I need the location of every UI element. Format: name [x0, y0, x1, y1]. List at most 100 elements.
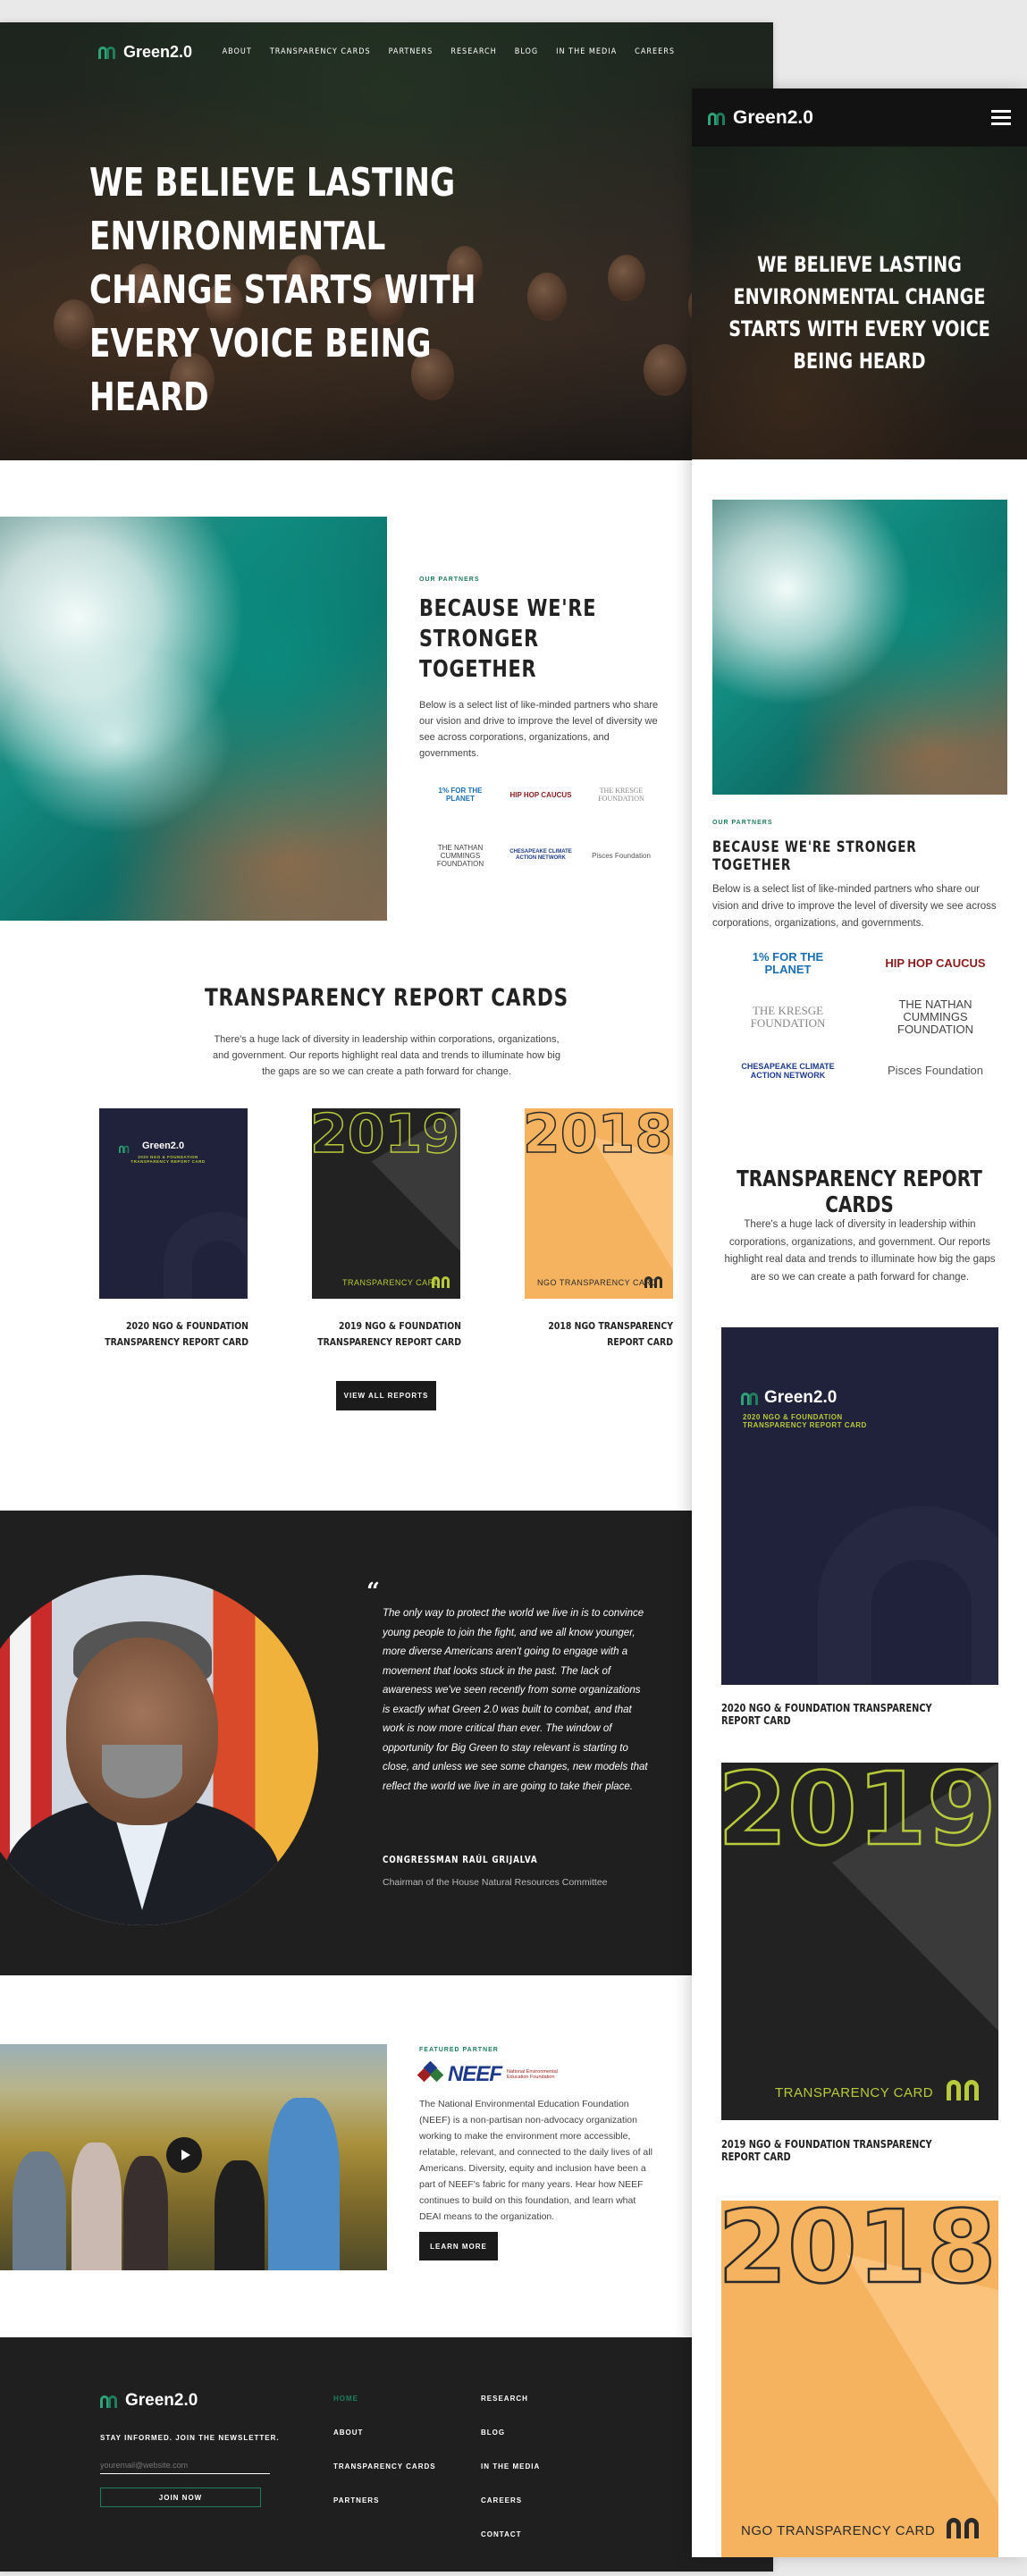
- card-footer: NGO TRANSPARENCY CARD: [537, 1278, 658, 1287]
- mobile-partners-title: BECAUSE WE'RE STRONGER TOGETHER: [712, 838, 917, 874]
- mobile-partners-text: OUR PARTNERS BECAUSE WE'RE STRONGER TOGE…: [712, 820, 1007, 932]
- partner-logo-1-percent[interactable]: 1% FOR THE PLANET: [728, 947, 848, 981]
- report-cards-intro: There's a huge lack of diversity in lead…: [213, 1034, 560, 1077]
- report-card-2020-title[interactable]: 2020 NGO & FOUNDATION TRANSPARENCY REPOR…: [97, 1318, 248, 1351]
- footer-link-transparency-cards[interactable]: TRANSPARENCY CARDS: [333, 2462, 436, 2471]
- partner-logo-hip-hop-caucus[interactable]: HIP HOP CAUCUS: [505, 782, 577, 807]
- mobile-partner-logo-grid: 1% FOR THE PLANET HIP HOP CAUCUS THE KRE…: [728, 947, 996, 1088]
- site-footer: Green2.0 STAY INFORMED. JOIN THE NEWSLET…: [0, 2337, 773, 2572]
- partner-logo-1-percent[interactable]: 1% FOR THE PLANET: [425, 782, 496, 807]
- partner-logo-kresge[interactable]: THE KRESGE FOUNDATION: [585, 782, 657, 807]
- footer-link-in-the-media[interactable]: IN THE MEDIA: [481, 2462, 540, 2471]
- join-now-button[interactable]: JOIN NOW: [100, 2488, 261, 2507]
- partner-logo-pisces[interactable]: Pisces Foundation: [585, 843, 657, 868]
- mockup-stage: Green2.0 ABOUT TRANSPARENCY CARDS PARTNE…: [0, 0, 1027, 2576]
- card-logo-text: Green2.0: [764, 1388, 838, 1407]
- nav-item-partners[interactable]: PARTNERS: [389, 47, 434, 56]
- partner-logo-kresge[interactable]: THE KRESGE FOUNDATION: [728, 1000, 848, 1034]
- footer-brand-logo[interactable]: Green2.0: [100, 2391, 198, 2411]
- card-year: 2018: [525, 1108, 673, 1166]
- report-card-2018[interactable]: 2018 NGO TRANSPARENCY CARD: [525, 1108, 673, 1299]
- partners-body: Below is a select list of like-minded pa…: [419, 700, 659, 759]
- report-card-2019[interactable]: 2019 TRANSPARENCY CARD: [312, 1108, 460, 1299]
- mobile-partners-eyebrow: OUR PARTNERS: [712, 820, 773, 826]
- mobile-report-card-2019-title[interactable]: 2019 NGO & FOUNDATION TRANSPARENCY REPOR…: [721, 2138, 964, 2163]
- newsletter-label: STAY INFORMED. JOIN THE NEWSLETTER.: [100, 2434, 280, 2442]
- partners-eyebrow: OUR PARTNERS: [419, 577, 480, 583]
- leaf-logo-icon: [644, 1275, 662, 1288]
- leaf-logo-icon: [98, 45, 118, 59]
- mobile-brand-logo[interactable]: Green2.0: [708, 107, 813, 129]
- card-footer: TRANSPARENCY CARD: [342, 1278, 441, 1287]
- leaf-logo-icon: [741, 1391, 761, 1405]
- report-card-2018-title[interactable]: 2018 NGO TRANSPARENCY REPORT CARD: [521, 1318, 673, 1351]
- card-footer: NGO TRANSPARENCY CARD: [741, 2523, 936, 2538]
- leaf-logo-icon: [100, 2394, 120, 2408]
- footer-links-col-1: HOME ABOUT TRANSPARENCY CARDS PARTNERS: [333, 2395, 436, 2505]
- mobile-brand-name: Green2.0: [733, 106, 813, 128]
- footer-link-contact[interactable]: CONTACT: [481, 2530, 540, 2539]
- mobile-report-card-2020[interactable]: Green2.0 2020 NGO & FOUNDATION TRANSPARE…: [721, 1327, 998, 1685]
- footer-link-partners[interactable]: PARTNERS: [333, 2496, 436, 2505]
- mobile-hero: WE BELIEVE LASTING ENVIRONMENTAL CHANGE …: [692, 147, 1027, 459]
- card-subtitle: 2020 NGO & FOUNDATION TRANSPARENCY REPOR…: [130, 1155, 206, 1164]
- partner-logo-grid: 1% FOR THE PLANET HIP HOP CAUCUS THE KRE…: [425, 782, 657, 868]
- quote-text: The only way to protect the world we liv…: [383, 1608, 648, 1792]
- leaf-logo-icon: [432, 1275, 450, 1288]
- report-cards-title: TRANSPARENCY REPORT CARDS: [205, 984, 568, 1012]
- featured-video-thumbnail[interactable]: [0, 2044, 387, 2270]
- mobile-report-card-2018[interactable]: 2018 NGO TRANSPARENCY CARD: [721, 2201, 998, 2557]
- footer-link-research[interactable]: RESEARCH: [481, 2395, 540, 2403]
- partner-logo-ccan[interactable]: CHESAPEAKE CLIMATE ACTION NETWORK: [728, 1054, 848, 1088]
- nav-item-blog[interactable]: BLOG: [515, 47, 538, 56]
- footer-link-careers[interactable]: CAREERS: [481, 2496, 540, 2505]
- leaf-logo-icon: [947, 2515, 979, 2538]
- report-card-2019-title[interactable]: 2019 NGO & FOUNDATION TRANSPARENCY REPOR…: [309, 1318, 461, 1351]
- quote-mark-icon: “: [366, 1578, 380, 1605]
- desktop-page: Green2.0 ABOUT TRANSPARENCY CARDS PARTNE…: [0, 22, 773, 2572]
- neef-logo-subtitle: National Environmental Education Foundat…: [507, 2069, 558, 2080]
- learn-more-button[interactable]: LEARN MORE: [419, 2232, 498, 2260]
- leaf-logo-icon: [708, 111, 728, 125]
- footer-links-col-2: RESEARCH BLOG IN THE MEDIA CAREERS CONTA…: [481, 2395, 540, 2539]
- view-all-reports-button[interactable]: VIEW ALL REPORTS: [336, 1381, 436, 1410]
- footer-brand-name: Green2.0: [125, 2391, 198, 2410]
- nav-links: ABOUT TRANSPARENCY CARDS PARTNERS RESEAR…: [223, 47, 675, 56]
- partner-logo-nathan-cummings[interactable]: THE NATHAN CUMMINGS FOUNDATION: [875, 998, 996, 1036]
- nav-item-careers[interactable]: CAREERS: [635, 47, 675, 56]
- newsletter-email-input[interactable]: [100, 2457, 270, 2474]
- footer-link-about[interactable]: ABOUT: [333, 2429, 436, 2437]
- nav-item-about[interactable]: ABOUT: [223, 47, 252, 56]
- neef-logo-word: NEEF: [448, 2062, 502, 2086]
- mobile-report-card-2019[interactable]: 2019 TRANSPARENCY CARD: [721, 1763, 998, 2120]
- diamond-logo-icon: [417, 2060, 444, 2086]
- leaf-logo-icon: [119, 1144, 130, 1153]
- featured-partner-section: FEATURED PARTNER NEEF National Environme…: [0, 1975, 773, 2337]
- brand-logo[interactable]: Green2.0: [98, 43, 192, 62]
- mobile-report-card-2020-title[interactable]: 2020 NGO & FOUNDATION TRANSPARENCY REPOR…: [721, 1702, 964, 1727]
- nav-item-research[interactable]: RESEARCH: [450, 47, 496, 56]
- mobile-partners-body: Below is a select list of like-minded pa…: [712, 884, 997, 929]
- partner-logo-pisces[interactable]: Pisces Foundation: [875, 1054, 996, 1088]
- featured-partner-text: FEATURED PARTNER NEEF National Environme…: [417, 2047, 656, 2225]
- nav-item-transparency-cards[interactable]: TRANSPARENCY CARDS: [270, 47, 371, 56]
- nav-item-in-the-media[interactable]: IN THE MEDIA: [556, 47, 617, 56]
- play-icon[interactable]: [166, 2137, 202, 2173]
- brand-name: Green2.0: [123, 42, 193, 61]
- mobile-report-cards-intro: There's a huge lack of diversity in lead…: [724, 1219, 996, 1283]
- report-cards-section: TRANSPARENCY REPORT CARDS There's a huge…: [0, 983, 773, 1511]
- ocean-wave-photo: [0, 517, 387, 921]
- main-nav: Green2.0 ABOUT TRANSPARENCY CARDS PARTNE…: [0, 38, 773, 65]
- partner-logo-ccan[interactable]: CHESAPEAKE CLIMATE ACTION NETWORK: [505, 843, 577, 868]
- hamburger-menu-icon[interactable]: [991, 110, 1011, 125]
- card-subtitle: 2020 NGO & FOUNDATION TRANSPARENCY REPOR…: [743, 1413, 867, 1429]
- footer-link-blog[interactable]: BLOG: [481, 2429, 540, 2437]
- mobile-hero-headline: WE BELIEVE LASTING ENVIRONMENTAL CHANGE …: [728, 252, 990, 374]
- partner-logo-hip-hop-caucus[interactable]: HIP HOP CAUCUS: [875, 947, 996, 981]
- partner-logo-nathan-cummings[interactable]: THE NATHAN CUMMINGS FOUNDATION: [425, 843, 496, 868]
- footer-link-home[interactable]: HOME: [333, 2395, 436, 2403]
- mobile-report-cards-title: TRANSPARENCY REPORT CARDS: [737, 1166, 982, 1217]
- report-card-2020[interactable]: Green2.0 2020 NGO & FOUNDATION TRANSPARE…: [99, 1108, 248, 1299]
- featured-eyebrow: FEATURED PARTNER: [419, 2047, 499, 2053]
- quote-section: “ The only way to protect the world we l…: [0, 1511, 773, 1975]
